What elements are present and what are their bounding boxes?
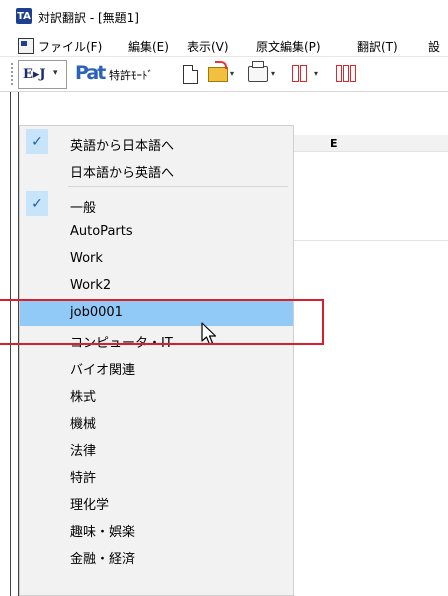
patent-icon[interactable]: Pat (75, 62, 106, 84)
menu-item-label: 英語から日本語へ (70, 139, 175, 154)
menu-item-label: 理化学 (70, 498, 110, 513)
grid-header (294, 135, 448, 152)
dictionary-dropdown-menu: ✓ 英語から日本語へ 日本語から英語へ ✓ 一般 AutoParts Work Work2 jo… (19, 125, 294, 596)
layout-two-column-icon[interactable] (292, 65, 308, 82)
menu-item-dictionary[interactable]: 法律 (20, 434, 293, 461)
checkmark-icon: ✓ (26, 191, 48, 216)
direction-label: E▸J (23, 67, 46, 82)
chevron-down-icon[interactable]: ▾ (271, 69, 275, 78)
grid-row-line (294, 240, 448, 241)
menu-item-label: バイオ関連 (70, 363, 136, 378)
app-logo-icon: TA (16, 8, 32, 24)
menu-item-label: 特許 (70, 471, 97, 486)
menu-item-label: 一般 (70, 201, 97, 216)
toolbar-grip[interactable] (11, 63, 16, 85)
column-header-e: E (330, 137, 338, 150)
menu-item-label: 日本語から英語へ (70, 166, 175, 181)
title-bar: TA 対訳翻訳 - [無題1] (0, 0, 448, 34)
menu-separator (68, 186, 288, 187)
document-icon[interactable] (18, 38, 34, 54)
layout-three-column-icon[interactable] (336, 65, 356, 82)
checkmark-icon: ✓ (26, 129, 48, 154)
menu-item-direction[interactable]: ✓ 英語から日本語へ (20, 129, 293, 156)
translation-direction-button[interactable]: E▸J ▾ (18, 60, 67, 89)
menu-item-label: Work (70, 251, 103, 266)
chevron-down-icon[interactable]: ▾ (230, 69, 234, 78)
menu-item-dictionary[interactable]: バイオ関連 (20, 353, 293, 380)
menu-source-edit[interactable]: 原文編集(P) (256, 38, 321, 55)
menu-view[interactable]: 表示(V) (187, 38, 229, 55)
new-document-icon[interactable] (183, 65, 198, 84)
menu-translate[interactable]: 翻訳(T) (357, 38, 398, 55)
annotation-highlight-box (0, 299, 324, 345)
menu-item-dictionary[interactable]: 理化学 (20, 488, 293, 515)
menu-item-label: AutoParts (70, 224, 133, 239)
menu-item-label: 株式 (70, 390, 97, 405)
print-icon[interactable] (248, 61, 268, 82)
menu-item-label: 金融・経済 (70, 552, 136, 567)
chevron-down-icon[interactable]: ▾ (314, 69, 318, 78)
menu-item-dictionary[interactable]: ✓ 一般 (20, 191, 293, 218)
menu-item-dictionary[interactable]: 株式 (20, 380, 293, 407)
menu-edit[interactable]: 編集(E) (128, 38, 169, 55)
app-logo-text: TA (17, 10, 31, 22)
window-title: 対訳翻訳 - [無題1] (38, 11, 139, 25)
menu-item-dictionary[interactable]: AutoParts (20, 218, 293, 245)
menu-file[interactable]: ファイル(F) (38, 38, 102, 55)
patent-mode-button[interactable]: 特許ﾓｰﾄﾞ (109, 67, 153, 83)
menu-item-label: Work2 (70, 278, 112, 293)
menu-item-label: 法律 (70, 444, 97, 459)
open-folder-icon[interactable] (208, 61, 228, 82)
menu-item-dictionary[interactable]: 特許 (20, 461, 293, 488)
menu-item-dictionary[interactable]: Work (20, 245, 293, 272)
menu-item-label: 機械 (70, 417, 97, 432)
toolbar: E▸J ▾ Pat 特許ﾓｰﾄﾞ ▾ ▾ ▾ (0, 57, 448, 92)
menu-item-dictionary[interactable]: 機械 (20, 407, 293, 434)
menu-item-direction[interactable]: 日本語から英語へ (20, 156, 293, 183)
menu-bar: ファイル(F) 編集(E) 表示(V) 原文編集(P) 翻訳(T) 設 (0, 34, 448, 57)
menu-settings[interactable]: 設 (428, 38, 440, 55)
chevron-down-icon: ▾ (53, 68, 58, 78)
menu-item-label: 趣味・娯楽 (70, 525, 136, 540)
menu-item-dictionary[interactable]: 金融・経済 (20, 542, 293, 569)
menu-item-dictionary[interactable]: Work2 (20, 272, 293, 299)
menu-item-dictionary[interactable]: 趣味・娯楽 (20, 515, 293, 542)
